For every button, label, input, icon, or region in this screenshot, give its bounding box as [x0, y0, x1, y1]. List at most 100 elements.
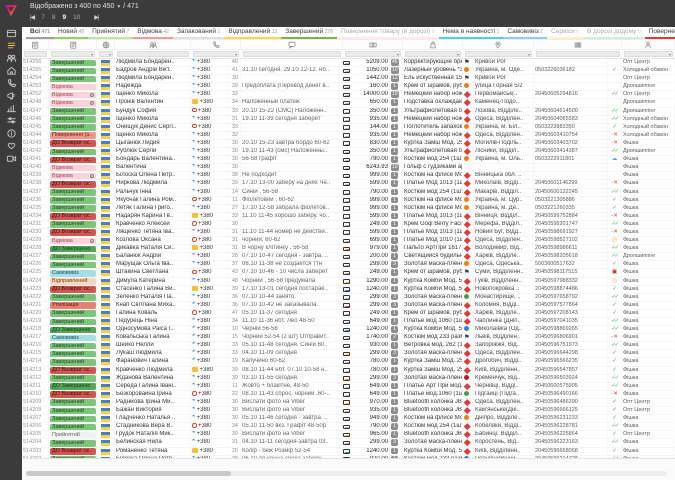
table-row[interactable]: 514252ВідмоваiІщенко Микола*+3803314000.…	[22, 91, 675, 99]
table-row[interactable]: 514215ЗавершенийЛукаш Людмила*+3803304.1…	[22, 350, 675, 358]
tab-повернення-товару-в-дорозі-[interactable]: Повернення товару (в дорозі)0	[337, 27, 439, 39]
info-icon[interactable]: i	[90, 239, 95, 244]
sidebar-item-orders[interactable]	[0, 40, 22, 53]
filter-input[interactable]	[536, 51, 620, 57]
table-row[interactable]: 514211ДО ЗавершеноСереда Галина Івані..*…	[22, 383, 675, 391]
phone-column-icon[interactable]	[191, 40, 241, 49]
table-row[interactable]: 514212ЗавершенийЖданова Валентина*+38039…	[22, 375, 675, 383]
table-row[interactable]: 514204ЗавершенийБелинская Нила*+3803104.…	[22, 439, 675, 447]
table-row[interactable]: 514228ДО ЗавершеноДикавка Наталія Си..+3…	[22, 245, 675, 253]
table-row[interactable]: 514216ЗавершенийШейко Нелли*+3803305.10 …	[22, 342, 675, 350]
tab-повернення-[interactable]: Повернення (	[645, 27, 675, 39]
tab-прийнятий[interactable]: Прийнятий7	[88, 27, 133, 39]
sidebar-item-calls[interactable]	[0, 77, 22, 90]
filter-input[interactable]	[117, 51, 189, 57]
horizontal-scrollbar[interactable]	[26, 471, 667, 476]
globe-column-icon[interactable]	[97, 40, 115, 49]
filter-input[interactable]	[243, 51, 341, 57]
table-row[interactable]: 514234ДО Возврат ск..Надарян Карина Гв..…	[22, 213, 675, 221]
tab-сервіси[interactable]: Сервіси0	[547, 27, 583, 39]
filter-input[interactable]: ▾	[51, 51, 95, 57]
bag-column-icon[interactable]	[403, 40, 463, 49]
table-row[interactable]: 514213ДО Возврат ск..Кравченко Людмила+3…	[22, 367, 675, 375]
sidebar-item-marketing[interactable]	[0, 90, 22, 103]
filter-input[interactable]: ▾	[624, 51, 673, 57]
table-row[interactable]: 514241ДО Возврат ск..Бондарь Валентина..…	[22, 156, 675, 164]
sidebar-item-video[interactable]	[0, 152, 22, 165]
table-row[interactable]: 514217СамовивізКовальська Галина*+38015Ч…	[22, 334, 675, 342]
table-row[interactable]: 514222ЗавершенийЗеленко Наталія Па..*+38…	[22, 294, 675, 302]
form-column-icon[interactable]	[49, 40, 97, 49]
table-row[interactable]: 514229ВідмоваiКозлова Оксана+38031чорний…	[22, 237, 675, 245]
filter-input[interactable]: ▾	[405, 51, 461, 57]
scrollbar-thumb[interactable]	[26, 471, 231, 476]
info-icon[interactable]: i	[90, 93, 95, 98]
filter-input[interactable]: ▾	[465, 51, 532, 57]
table-row[interactable]: 514254ЗавершенийЛюдмила Бондарен..*+3803…	[22, 75, 675, 83]
chat-column-icon[interactable]	[241, 40, 343, 49]
table-row[interactable]: 514205ПрийнятийГрудок Наталія Мик..*+380…	[22, 431, 675, 439]
sidebar-item-partners[interactable]	[0, 140, 22, 153]
table-row[interactable]: 514230ДО Возврат ск..Лященко Тетяна Іва.…	[22, 229, 675, 237]
scan-column-icon[interactable]	[534, 40, 622, 49]
sidebar-item-stats[interactable]	[0, 102, 22, 115]
first-page-icon[interactable]: |◀	[30, 14, 34, 21]
share-column-icon[interactable]	[622, 40, 675, 49]
table-row[interactable]: 514240ВідмоваВалентина*+380306243.9310Го…	[22, 164, 675, 172]
table-row[interactable]: 514236ЗавершенийЯкубчак Галина Ром..+380…	[22, 197, 675, 205]
form-column-icon[interactable]	[22, 40, 49, 49]
table-row[interactable]: 514225СамовивізШтакина Светлана+3804307.…	[22, 269, 675, 277]
money-column-icon[interactable]	[343, 40, 403, 49]
table-row[interactable]: 514219ЗавершенийПедурець Ніна*+3803411.1…	[22, 318, 675, 326]
table-row[interactable]: 514231ЗавершенийКравченко Алексей+380302…	[22, 221, 675, 229]
table-row[interactable]: 514224ВідправленийДимула Катерина*+38048…	[22, 278, 675, 286]
table-row[interactable]: 514223ДО Возврат ск..Стасенко Галина Ви.…	[22, 286, 675, 294]
tab-новий[interactable]: Новий48	[54, 27, 88, 39]
tab-всі[interactable]: Всі471	[26, 27, 54, 39]
tab-відправлений[interactable]: Відправлений12	[224, 27, 281, 39]
table-row[interactable]: 514203ДО Возврат ск..Романенко Тетяна+38…	[22, 448, 675, 456]
tab-завершений[interactable]: Завершений278	[281, 27, 337, 39]
tab-нема-в-наявності[interactable]: Нема в наявності1	[439, 27, 504, 39]
table-row[interactable]: 514242ЗавершенийРублюк Сергій*+3803019.1…	[22, 148, 675, 156]
tab-запакований[interactable]: Запакований1	[173, 27, 224, 39]
table-row[interactable]: 514235ЗавершенийЛетяк Галина Григо..*+38…	[22, 205, 675, 213]
tab-відмова[interactable]: Відмова42	[133, 27, 173, 39]
filter-input[interactable]: ▾	[193, 51, 239, 57]
table-row[interactable]: 514221УтилізаціяКнап Світлана Миха..*+38…	[22, 302, 675, 310]
table-row[interactable]: 514239ВідмоваiБілоска Олена Петр..*+3803…	[22, 172, 675, 180]
table-row[interactable]: 514238ДО Возврат ск..Ниркова Людмила*+38…	[22, 180, 675, 188]
table-row[interactable]: 514255ЗавершенийБадров Андрій Вікт..*+38…	[22, 67, 675, 75]
sidebar-item-info[interactable]	[0, 127, 22, 140]
table-row[interactable]: 514253ВідмоваНадежда*+38039Предоплата (П…	[22, 83, 675, 91]
table-row[interactable]: 514245ЗавершенийОнищук Денис Сергі..+380…	[22, 124, 675, 132]
page-number[interactable]: 8	[52, 14, 56, 21]
tab-в-дорозі-додому[interactable]: В дорозі додому0	[583, 27, 645, 39]
info-icon[interactable]: i	[90, 174, 95, 179]
filter-input[interactable]	[24, 51, 47, 57]
filter-input[interactable]: ▾	[99, 51, 113, 57]
sidebar-item-settings[interactable]	[0, 115, 22, 128]
sidebar-item-office[interactable]	[0, 65, 22, 78]
table-row[interactable]: 514247ЗавершенийБундук София+3803320.10 …	[22, 108, 675, 116]
table-row[interactable]: 514220ЗавершенийГалина Коваль+3804705.10…	[22, 310, 675, 318]
table-row[interactable]: 514248ВідмоваiПронів Валентин+38034Налож…	[22, 99, 675, 107]
table-row[interactable]: 514237ЗавершенийРальчук Інна*+38014Синій…	[22, 189, 675, 197]
table-row[interactable]: 514206ЗавершенийСтадникова Вера В..+3803…	[22, 423, 675, 431]
table-row[interactable]: 514218ДО ЗавершеноОдносумова Раіса І..*+…	[22, 326, 675, 334]
filter-input[interactable]: ▾	[345, 51, 401, 57]
sidebar-item-clients[interactable]	[0, 52, 22, 65]
table-row[interactable]: 514226ЗавершенийМарущак Ольга Іва..*+380…	[22, 261, 675, 269]
page-number[interactable]: 7	[41, 14, 45, 21]
table-row[interactable]: 514227ЗавершенийБаланюк Андрій*+3802807.…	[22, 253, 675, 261]
sidebar-item-dashboard[interactable]	[0, 27, 22, 40]
table-row[interactable]: 514214ЗавершенийФаранович Галина*+38019К…	[22, 358, 675, 366]
page-number[interactable]: 9	[62, 14, 66, 21]
pin-column-icon[interactable]	[463, 40, 534, 49]
table-row[interactable]: 514244Повернення (з..Іщенко Микола*+3803…	[22, 132, 675, 140]
people-column-icon[interactable]	[115, 40, 191, 49]
info-icon[interactable]: i	[90, 101, 95, 106]
table-row[interactable]: 514208ЗавершенийБажан Виктория*+38030Вис…	[22, 407, 675, 415]
last-page-icon[interactable]: ▶|	[94, 14, 98, 21]
table-row[interactable]: 514256ЗавершенийЛюдмила Бондарен..*+3804…	[22, 59, 675, 67]
